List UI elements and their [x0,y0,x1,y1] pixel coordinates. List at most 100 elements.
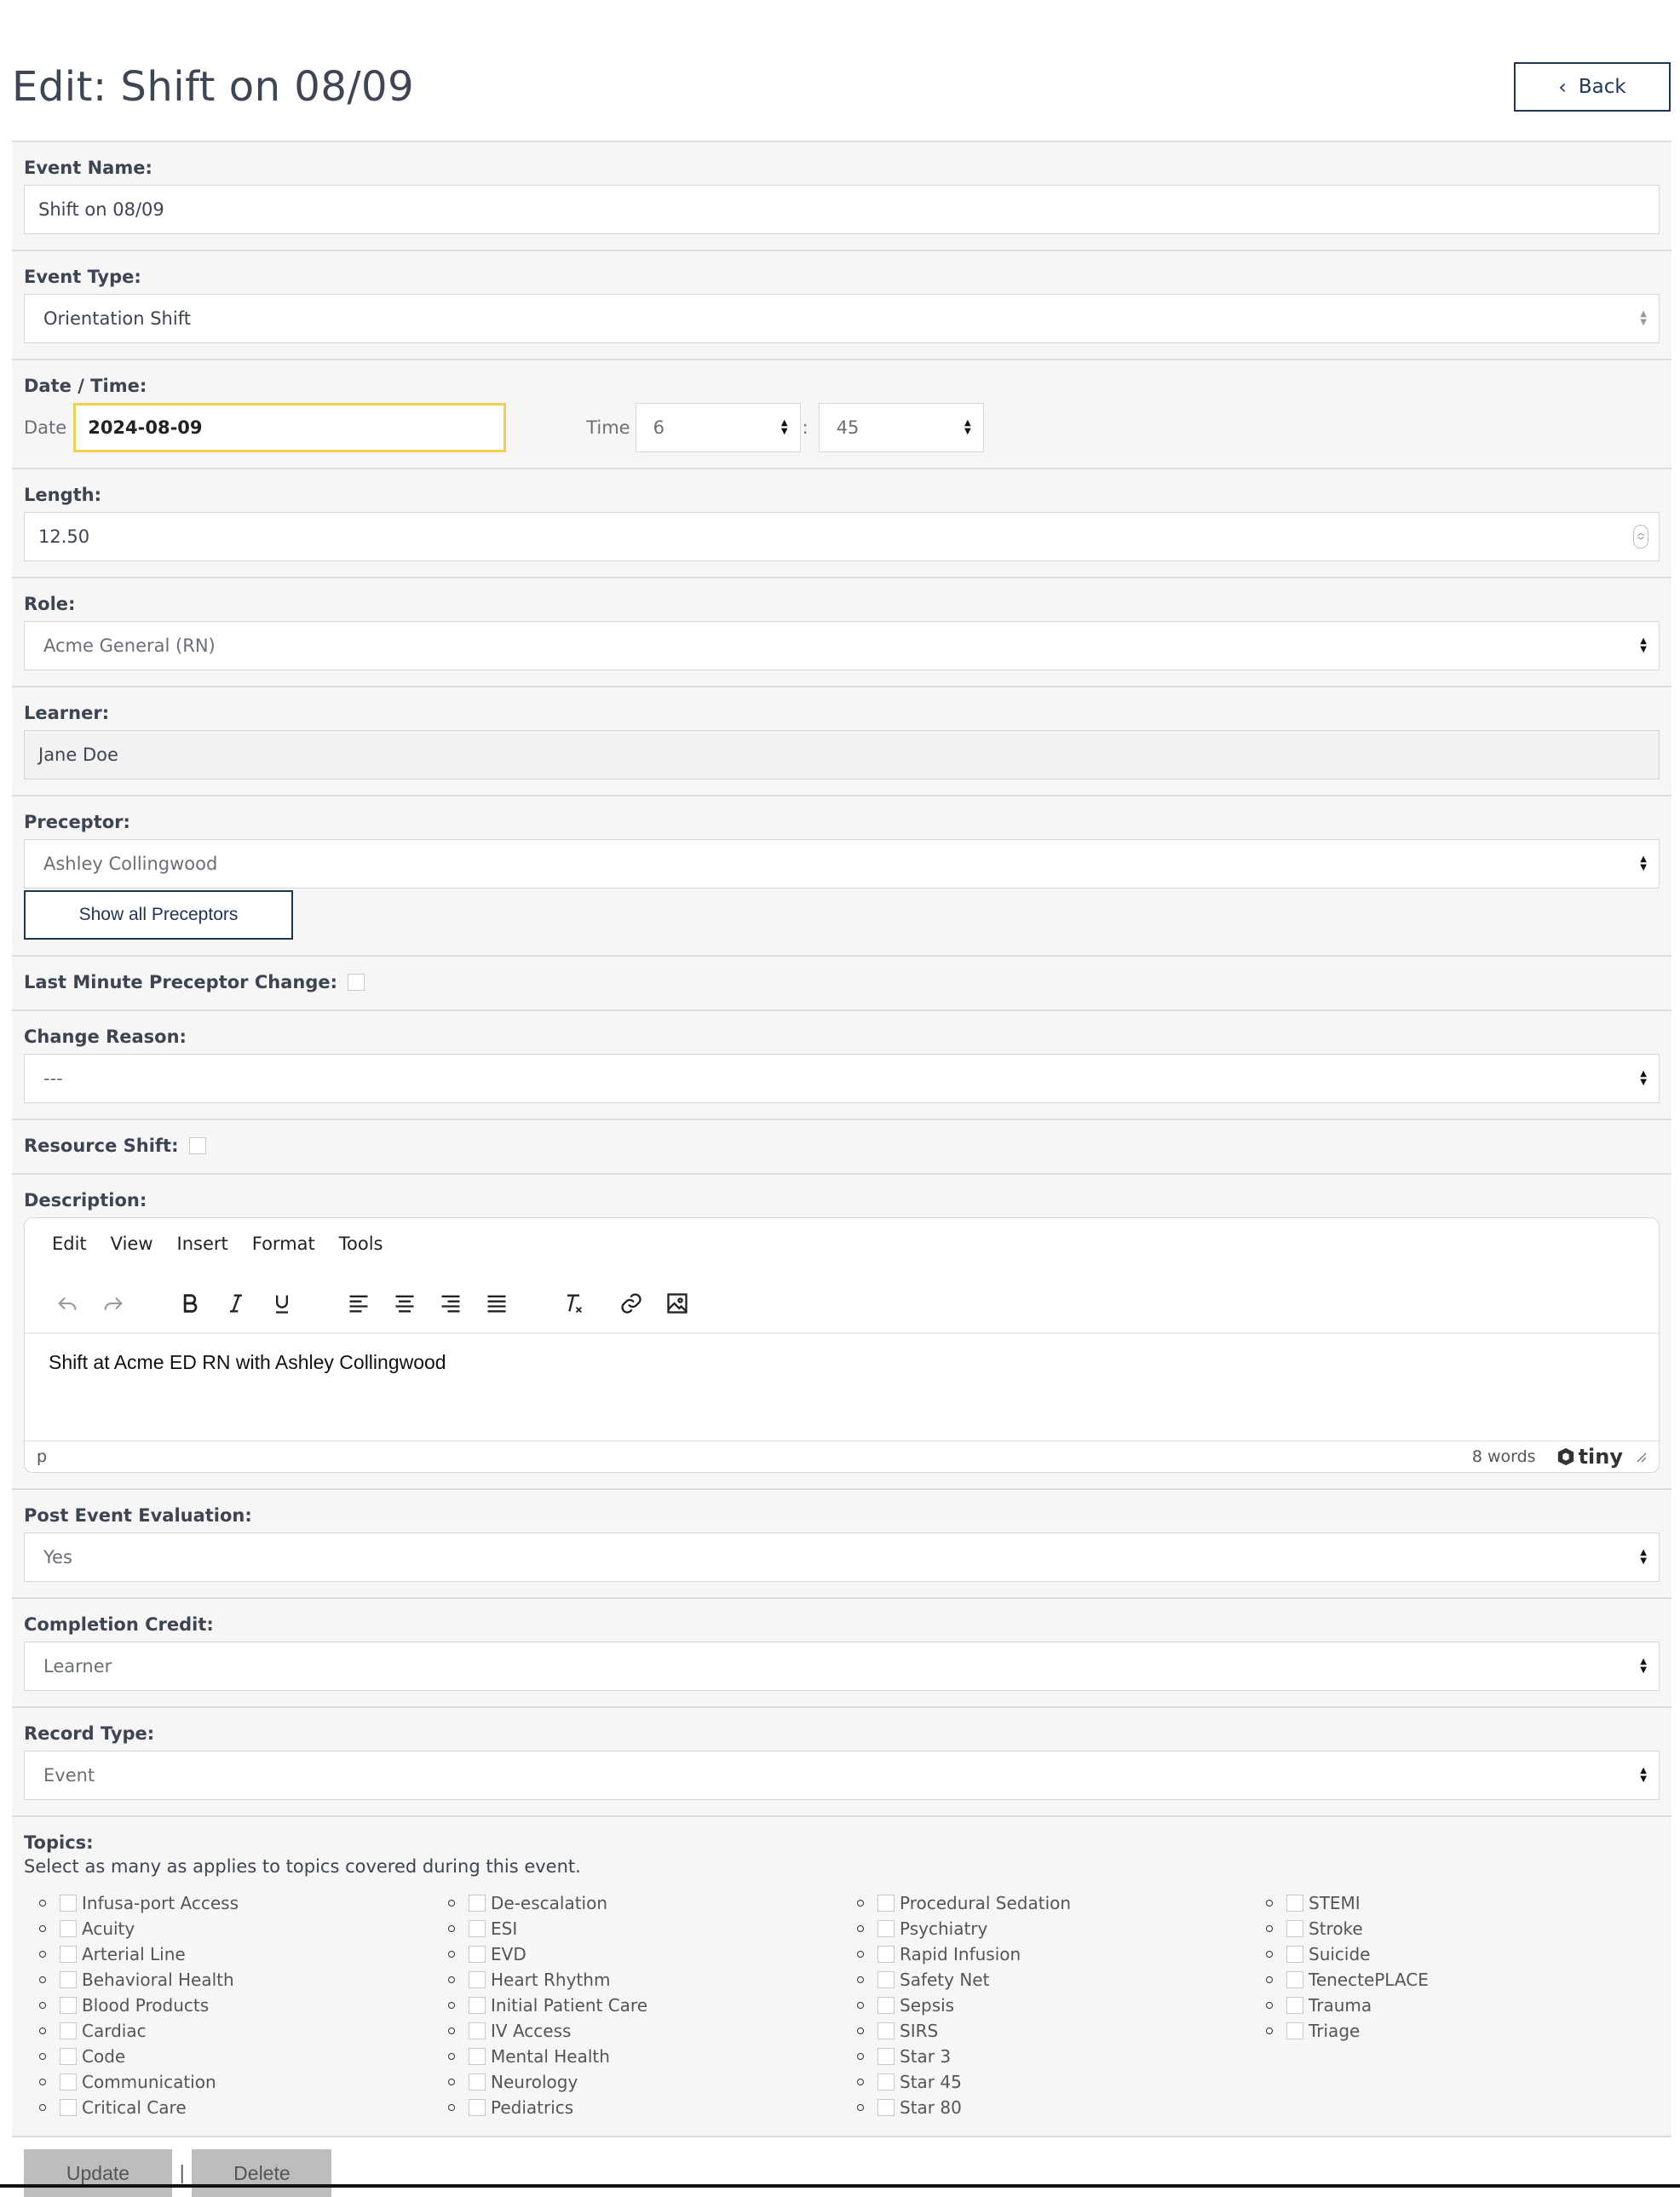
topic-checkbox[interactable] [877,2099,895,2116]
topic-label[interactable]: Blood Products [82,1995,209,2016]
topic-label[interactable]: Acuity [82,1918,135,1939]
topic-checkbox[interactable] [1286,1920,1303,1937]
topic-label[interactable]: ESI [491,1918,517,1939]
length-input[interactable]: 12.50 ︿ ﹀ [24,512,1660,561]
align-left-icon[interactable] [342,1286,376,1320]
topic-label[interactable]: Suicide [1309,1944,1370,1964]
topic-label[interactable]: Critical Care [82,2097,187,2118]
topic-label[interactable]: Neurology [491,2072,578,2092]
spinner-icon[interactable]: ︿ ﹀ [1633,525,1648,549]
topic-label[interactable]: Sepsis [900,1995,954,2016]
topic-label[interactable]: Psychiatry [900,1918,987,1939]
topic-label[interactable]: Pediatrics [491,2097,573,2118]
topic-checkbox[interactable] [469,1895,486,1912]
topic-label[interactable]: Star 45 [900,2072,962,2092]
topic-checkbox[interactable] [877,1997,895,2014]
record-type-select[interactable]: Event ▲ ▼ [24,1751,1660,1800]
topic-checkbox[interactable] [469,2048,486,2065]
topic-label[interactable]: Infusa-port Access [82,1893,239,1913]
align-justify-icon[interactable] [480,1286,514,1320]
topic-label[interactable]: TenectePLACE [1309,1970,1429,1990]
topic-label[interactable]: Stroke [1309,1918,1363,1939]
undo-icon[interactable] [50,1286,84,1320]
tiny-logo[interactable]: tiny [1556,1445,1623,1469]
topic-checkbox[interactable] [469,1997,486,2014]
topic-checkbox[interactable] [469,2099,486,2116]
topic-checkbox[interactable] [877,1971,895,1988]
menu-format[interactable]: Format [252,1234,315,1254]
topic-checkbox[interactable] [469,1920,486,1937]
clear-formatting-icon[interactable] [556,1286,590,1320]
menu-view[interactable]: View [111,1234,153,1254]
element-path[interactable]: p [37,1447,1472,1466]
last-minute-change-checkbox[interactable] [348,974,365,991]
topic-checkbox[interactable] [469,2073,486,2091]
topic-label[interactable]: Cardiac [82,2021,147,2041]
topic-checkbox[interactable] [469,2022,486,2039]
topic-checkbox[interactable] [1286,1971,1303,1988]
menu-insert[interactable]: Insert [177,1234,228,1254]
role-select[interactable]: Acme General (RN) ▲ ▼ [24,621,1660,670]
topic-label[interactable]: Arterial Line [82,1944,186,1964]
preceptor-select[interactable]: Ashley Collingwood ▲ ▼ [24,839,1660,889]
topic-checkbox[interactable] [469,1971,486,1988]
topic-label[interactable]: Procedural Sedation [900,1893,1071,1913]
topic-label[interactable]: De-escalation [491,1893,607,1913]
word-count[interactable]: 8 words [1472,1447,1536,1466]
topic-checkbox[interactable] [877,2048,895,2065]
topic-label[interactable]: EVD [491,1944,526,1964]
align-right-icon[interactable] [434,1286,468,1320]
topic-label[interactable]: Star 3 [900,2046,951,2067]
topic-label[interactable]: Trauma [1309,1995,1372,2016]
event-type-select[interactable]: Orientation Shift ▲ ▼ [24,294,1660,343]
topic-label[interactable]: Rapid Infusion [900,1944,1021,1964]
topic-label[interactable]: SIRS [900,2021,938,2041]
topic-checkbox[interactable] [60,2073,77,2091]
topic-checkbox[interactable] [877,1920,895,1937]
event-name-input[interactable]: Shift on 08/09 [24,185,1660,234]
menu-edit[interactable]: Edit [52,1234,87,1254]
topic-checkbox[interactable] [877,1946,895,1963]
show-all-preceptors-button[interactable]: Show all Preceptors [24,890,293,940]
menu-tools[interactable]: Tools [339,1234,383,1254]
topic-label[interactable]: IV Access [491,2021,571,2041]
editor-content[interactable]: Shift at Acme ED RN with Ashley Collingw… [49,1351,446,1374]
topic-label[interactable]: Triage [1309,2021,1360,2041]
post-event-evaluation-select[interactable]: Yes ▲ ▼ [24,1533,1660,1582]
image-icon[interactable] [660,1286,694,1320]
topic-label[interactable]: Initial Patient Care [491,1995,647,2016]
topic-checkbox[interactable] [877,2022,895,2039]
topic-checkbox[interactable] [877,2073,895,2091]
topic-label[interactable]: Safety Net [900,1970,989,1990]
topic-checkbox[interactable] [60,2099,77,2116]
underline-icon[interactable] [265,1286,299,1320]
link-icon[interactable] [614,1286,648,1320]
topic-label[interactable]: Mental Health [491,2046,610,2067]
topic-checkbox[interactable] [60,1946,77,1963]
date-input[interactable]: 2024-08-09 [73,403,507,452]
topic-label[interactable]: STEMI [1309,1893,1361,1913]
topic-label[interactable]: Code [82,2046,125,2067]
bold-icon[interactable] [173,1286,207,1320]
topic-label[interactable]: Communication [82,2072,216,2092]
align-center-icon[interactable] [388,1286,422,1320]
topic-checkbox[interactable] [1286,1946,1303,1963]
topic-label[interactable]: Star 80 [900,2097,962,2118]
topic-checkbox[interactable] [60,2048,77,2065]
minute-select[interactable]: 45 ▲ ▼ [818,403,984,452]
redo-icon[interactable] [96,1286,130,1320]
delete-button[interactable]: Delete [192,2149,332,2197]
topic-checkbox[interactable] [60,1895,77,1912]
topic-checkbox[interactable] [60,2022,77,2039]
topic-checkbox[interactable] [877,1895,895,1912]
resize-handle-icon[interactable] [1635,1451,1647,1463]
change-reason-select[interactable]: --- ▲ ▼ [24,1054,1660,1103]
topic-checkbox[interactable] [1286,1997,1303,2014]
topic-checkbox[interactable] [469,1946,486,1963]
update-button[interactable]: Update [24,2149,172,2197]
hour-select[interactable]: 6 ▲ ▼ [635,403,801,452]
topic-checkbox[interactable] [1286,2022,1303,2039]
italic-icon[interactable] [219,1286,253,1320]
topic-label[interactable]: Behavioral Health [82,1970,234,1990]
topic-checkbox[interactable] [60,1971,77,1988]
